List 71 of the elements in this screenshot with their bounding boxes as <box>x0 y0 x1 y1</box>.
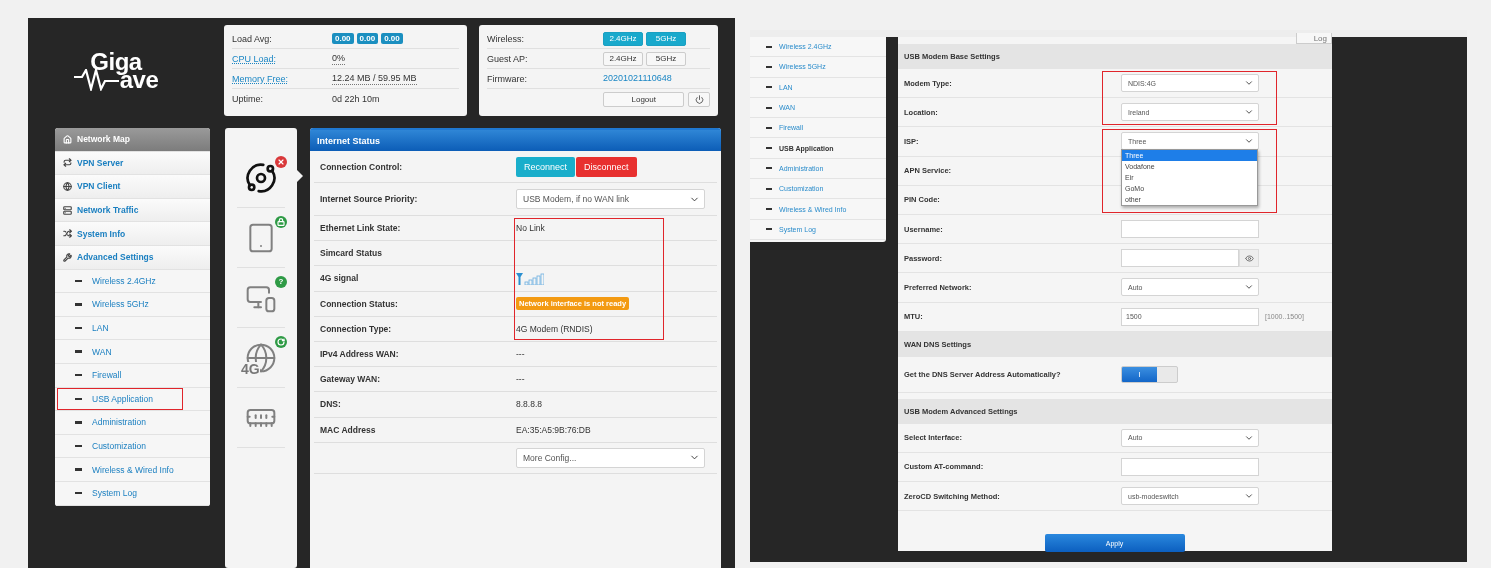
info-value: 0% <box>332 52 345 65</box>
status-label: Connection Status: <box>320 298 398 309</box>
power-button[interactable] <box>688 92 710 107</box>
sidebar-item[interactable]: Network Map <box>55 128 210 152</box>
status-label: Connection Type: <box>320 323 392 334</box>
menu-icon <box>63 252 72 262</box>
power-icon <box>694 95 704 104</box>
load-badge: 0.00 <box>332 33 354 44</box>
status-label: MAC Address <box>320 424 376 435</box>
sidebar-item[interactable]: USB Application <box>55 387 210 412</box>
menu-icon <box>63 205 72 215</box>
status-label: Ethernet Link State: <box>320 223 401 234</box>
info-label: Guest AP: <box>487 53 529 64</box>
status-value: EA:35:A5:9B:76:DB <box>516 424 591 435</box>
band-toggle[interactable]: 2.4GHz <box>603 31 643 46</box>
dropdown-select[interactable]: USB Modem, if no WAN link <box>516 189 705 209</box>
text-field[interactable] <box>1121 457 1259 476</box>
sidebar-item[interactable]: VPN Server <box>55 151 210 176</box>
info-value: 12.24 MB / 59.95 MB <box>332 72 417 85</box>
menu-icon <box>63 182 72 191</box>
firmware-link[interactable]: 20201021110648 <box>603 73 672 84</box>
show-password-button[interactable] <box>1239 249 1259 268</box>
status-icon-tile[interactable]: ? <box>237 268 285 328</box>
disconnect-button[interactable]: Disconnect <box>576 156 637 177</box>
info-value: 0d 22h 10m <box>332 93 380 105</box>
status-value: --- <box>516 374 525 385</box>
load-badge: 0.00 <box>356 33 379 44</box>
logout-button[interactable]: Logout <box>603 92 685 107</box>
panel-title: Internet Status <box>310 128 721 151</box>
load-badge: 0.00 <box>381 33 403 44</box>
status-label: Internet Source Priority: <box>320 194 418 204</box>
info-label: Uptime: <box>232 94 264 104</box>
status-badge-icon <box>275 155 287 168</box>
status-label: IPv4 Address WAN: <box>320 349 399 360</box>
status-badge-icon <box>275 335 287 348</box>
status-value: --- <box>516 349 525 360</box>
status-badge-icon <box>275 215 287 228</box>
status-label: Gateway WAN: <box>320 374 380 385</box>
info-label: Wireless: <box>487 33 525 44</box>
sidebar-item[interactable]: Advanced Settings <box>55 245 210 270</box>
sidebar-item[interactable]: Network Traffic <box>55 198 210 223</box>
reconnect-button[interactable]: Reconnect <box>516 156 576 177</box>
info-link[interactable]: Memory Free: <box>232 73 332 84</box>
status-icon-tile[interactable]: 4G <box>237 328 285 388</box>
dropdown-select[interactable]: More Config... <box>516 447 705 468</box>
status-value: No Link <box>516 223 545 234</box>
status-value: 8.8.8.8 <box>516 399 542 410</box>
status-value: 4G Modem (RNDIS) <box>516 323 593 334</box>
network-label: 4G <box>241 361 260 376</box>
sidebar-item[interactable]: System Info <box>55 222 210 246</box>
menu-icon <box>63 158 72 168</box>
info-label: Firmware: <box>487 73 528 84</box>
status-label: DNS: <box>320 399 341 410</box>
info-link[interactable]: CPU Load: <box>232 53 332 64</box>
status-label: 4G signal <box>320 273 359 284</box>
band-toggle[interactable]: 5GHz <box>646 31 686 46</box>
menu-icon <box>63 229 72 239</box>
password-field[interactable] <box>1121 249 1239 268</box>
status-badge-icon: ? <box>275 275 287 288</box>
menu-icon <box>63 134 72 144</box>
signal-icon <box>516 271 544 285</box>
sidebar-item[interactable]: VPN Client <box>55 175 210 199</box>
band-toggle[interactable]: 5GHz <box>646 51 686 66</box>
info-label: Load Avg: <box>232 33 273 44</box>
device-icon <box>245 161 277 194</box>
text-field[interactable] <box>1121 220 1259 239</box>
status-label: Simcard Status <box>320 248 382 259</box>
toggle-switch[interactable]: I <box>1121 365 1178 383</box>
eye-icon <box>1244 253 1254 263</box>
band-toggle[interactable]: 2.4GHz <box>603 51 643 66</box>
status-label: Connection Control: <box>320 161 403 172</box>
